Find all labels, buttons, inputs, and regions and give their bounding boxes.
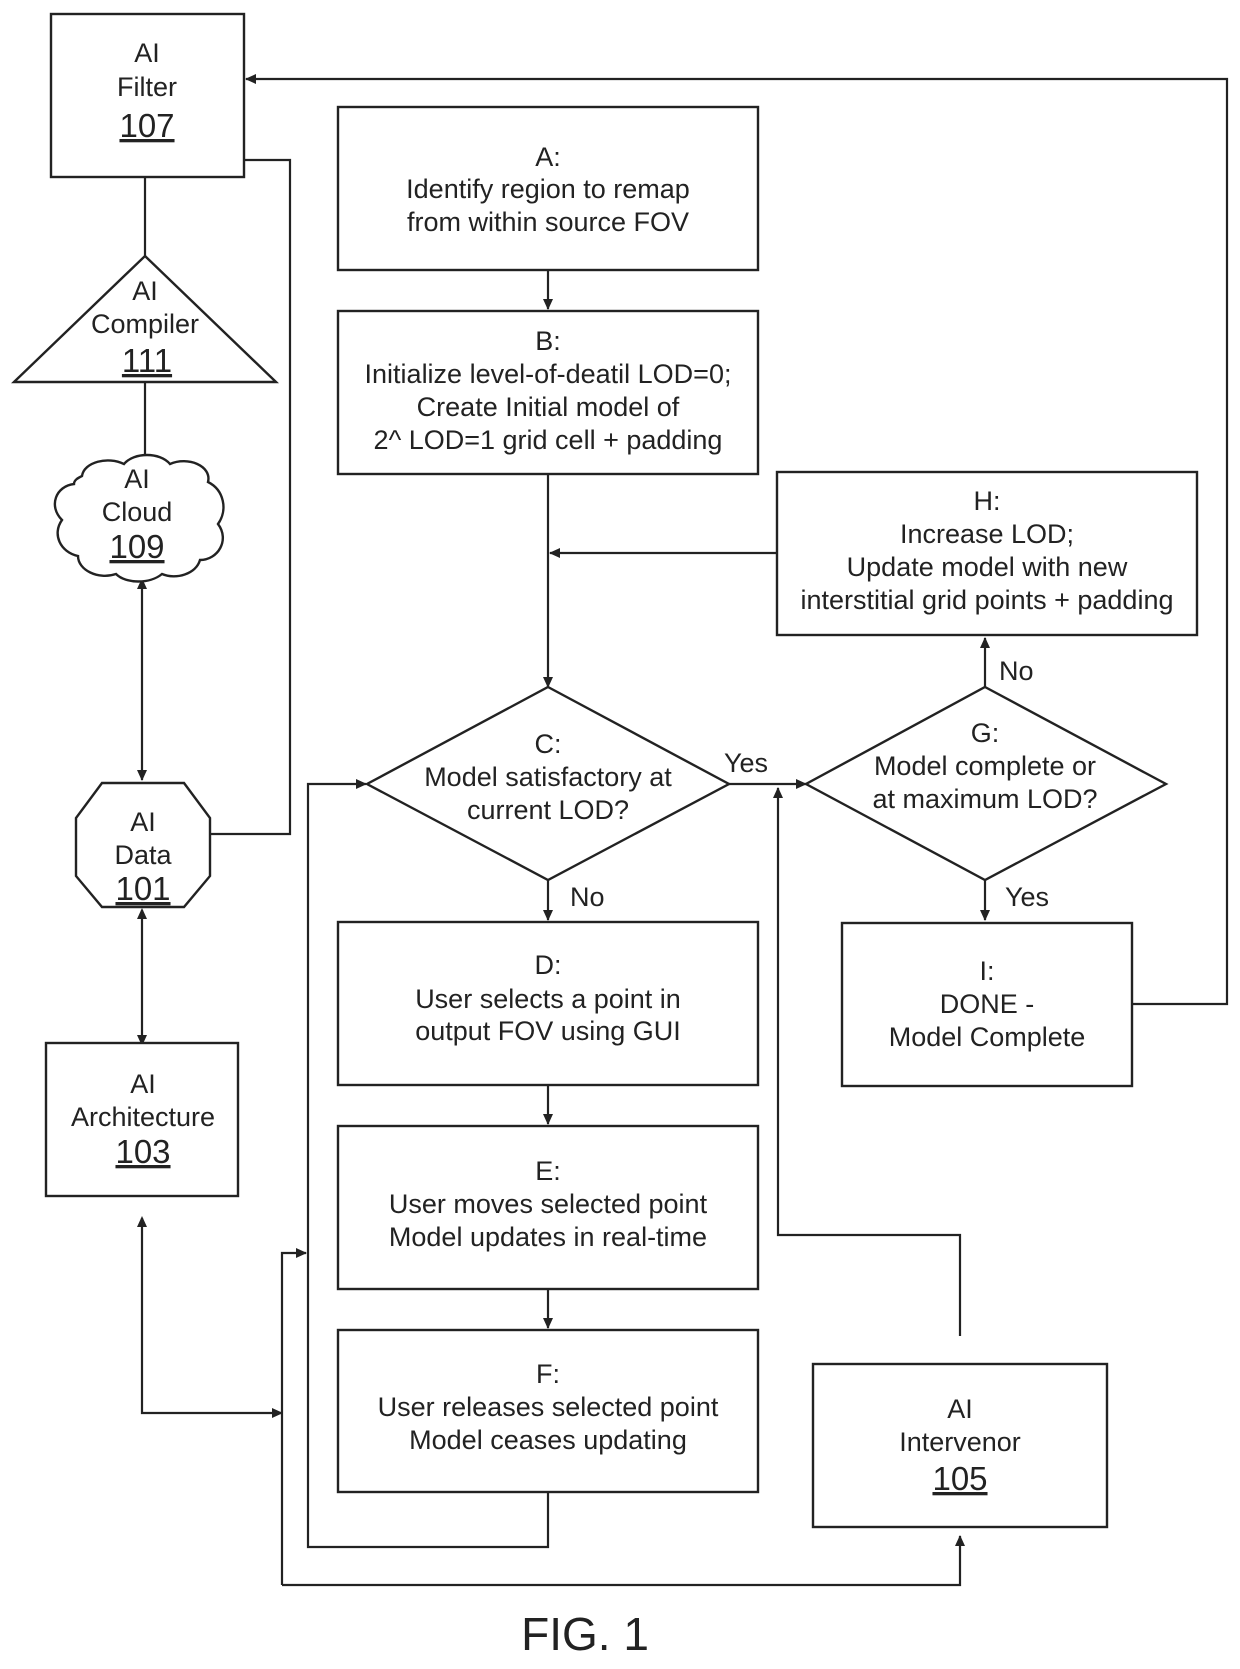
step-b[interactable]: B: Initialize level-of-deatil LOD=0; Cre… — [336, 309, 760, 476]
step-f-line2: Model ceases updating — [409, 1425, 687, 1455]
edge-label-g-no: No — [999, 656, 1034, 686]
ai-intervenor-line1: AI — [947, 1394, 973, 1424]
step-h-id: H: — [974, 486, 1001, 516]
step-i-line1: DONE - — [940, 989, 1035, 1019]
ai-data-ref: 101 — [115, 870, 170, 907]
ai-data-node[interactable]: AI Data 101 — [74, 781, 212, 909]
edge-label-c-yes: Yes — [724, 748, 768, 778]
step-e-id: E: — [535, 1156, 561, 1186]
step-i[interactable]: I: DONE - Model Complete — [840, 921, 1134, 1088]
step-b-id: B: — [535, 326, 561, 356]
step-h-line2: Update model with new — [847, 552, 1128, 582]
step-h[interactable]: H: Increase LOD; Update model with new i… — [775, 470, 1199, 637]
step-e-line1: User moves selected point — [389, 1189, 708, 1219]
step-g-decision[interactable]: G: Model complete or at maximum LOD? — [803, 685, 1169, 882]
step-d[interactable]: D: User selects a point in output FOV us… — [336, 920, 760, 1087]
ai-architecture-line1: AI — [130, 1069, 156, 1099]
ai-architecture-ref: 103 — [115, 1133, 170, 1170]
ai-compiler-line1: AI — [132, 276, 158, 306]
ai-intervenor-ref: 105 — [932, 1460, 987, 1497]
edge-label-c-no: No — [570, 882, 605, 912]
step-f-id: F: — [536, 1359, 560, 1389]
step-a-line1: Identify region to remap — [406, 174, 690, 204]
ai-filter-line2: Filter — [117, 72, 177, 102]
step-h-line3: interstitial grid points + padding — [801, 585, 1174, 615]
flowchart-canvas: AI Filter 107 AI Compiler 111 AI Cloud 1… — [11, 12, 1229, 1660]
step-c-id: C: — [535, 729, 562, 759]
step-i-id: I: — [979, 956, 994, 986]
ai-filter-ref: 107 — [119, 107, 174, 144]
step-e-line2: Model updates in real-time — [389, 1222, 707, 1252]
ai-compiler-line2: Compiler — [91, 309, 199, 339]
step-e[interactable]: E: User moves selected point Model updat… — [336, 1124, 760, 1291]
step-a[interactable]: A: Identify region to remap from within … — [336, 105, 760, 272]
step-d-id: D: — [535, 950, 562, 980]
ai-architecture-node[interactable]: AI Architecture 103 — [44, 1041, 240, 1198]
ai-compiler-node[interactable]: AI Compiler 111 — [11, 254, 279, 384]
ai-intervenor-node[interactable]: AI Intervenor 105 — [811, 1362, 1109, 1529]
ai-data-line2: Data — [114, 840, 172, 870]
step-c-decision[interactable]: C: Model satisfactory at current LOD? — [364, 685, 732, 882]
ai-cloud-ref: 109 — [109, 528, 164, 565]
ai-architecture-line2: Architecture — [71, 1102, 215, 1132]
ai-intervenor-line2: Intervenor — [899, 1427, 1021, 1457]
edge-label-g-yes: Yes — [1005, 882, 1049, 912]
step-g-line1: Model complete or — [874, 751, 1096, 781]
step-h-line1: Increase LOD; — [900, 519, 1074, 549]
step-d-line1: User selects a point in — [415, 984, 681, 1014]
ai-compiler-ref: 111 — [122, 342, 172, 379]
ai-filter-line1: AI — [134, 38, 160, 68]
step-d-line2: output FOV using GUI — [415, 1016, 681, 1046]
step-b-line2: Create Initial model of — [417, 392, 680, 422]
step-a-id: A: — [535, 142, 561, 172]
ai-data-line1: AI — [130, 807, 156, 837]
figure-caption: FIG. 1 — [521, 1608, 649, 1660]
step-g-line2: at maximum LOD? — [872, 784, 1097, 814]
step-b-line3: 2^ LOD=1 grid cell + padding — [374, 425, 723, 455]
connector-bus-intervenor — [282, 1535, 965, 1587]
ai-filter-node[interactable]: AI Filter 107 — [49, 12, 246, 179]
ai-cloud-node[interactable]: AI Cloud 109 — [53, 453, 225, 583]
ai-cloud-line1: AI — [124, 464, 150, 494]
connector-architecture-bus — [137, 1216, 283, 1418]
step-a-line2: from within source FOV — [407, 207, 689, 237]
step-b-line1: Initialize level-of-deatil LOD=0; — [365, 359, 732, 389]
step-g-id: G: — [971, 718, 1000, 748]
step-f-line1: User releases selected point — [378, 1392, 719, 1422]
step-c-line1: Model satisfactory at — [424, 762, 672, 792]
step-f[interactable]: F: User releases selected point Model ce… — [336, 1328, 760, 1494]
step-c-line2: current LOD? — [467, 795, 629, 825]
ai-cloud-line2: Cloud — [102, 497, 173, 527]
step-i-line2: Model Complete — [889, 1022, 1086, 1052]
connector-bus-e — [280, 1248, 307, 1585]
